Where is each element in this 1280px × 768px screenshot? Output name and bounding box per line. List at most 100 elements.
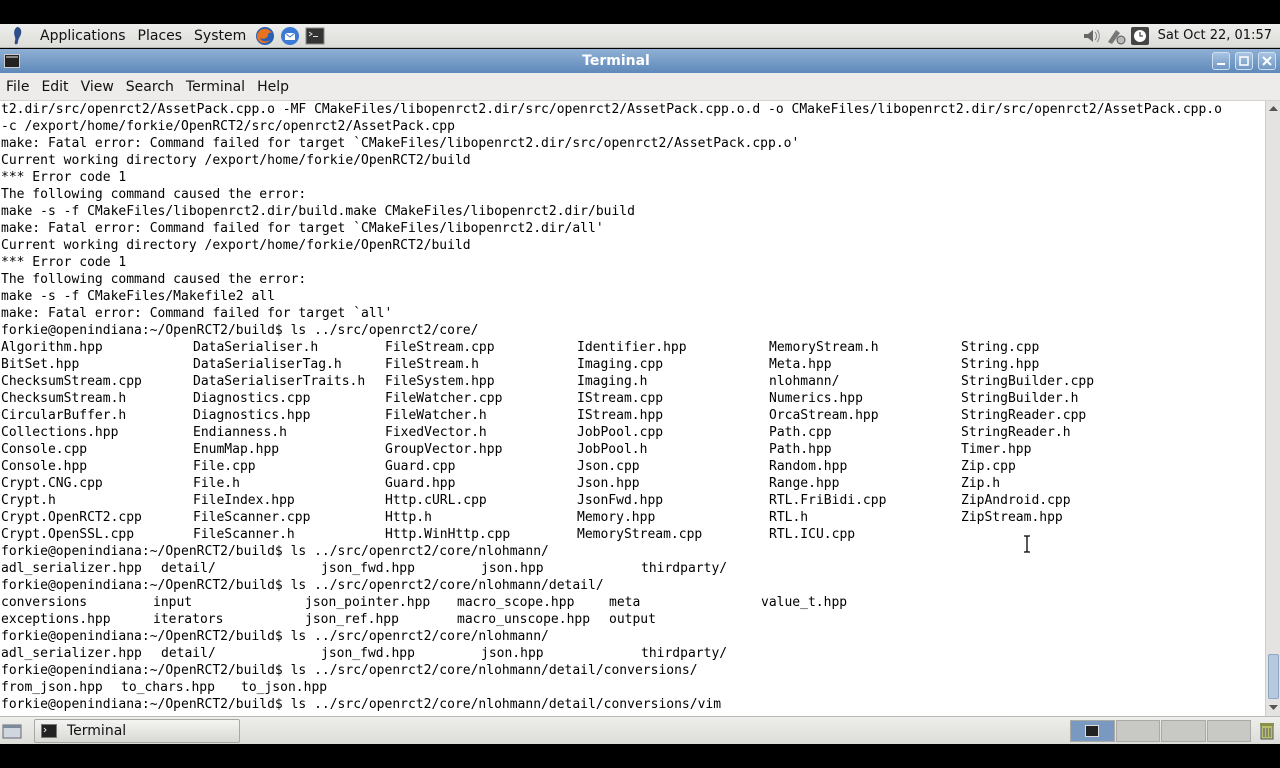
file-entry: Numerics.hpp — [769, 391, 863, 406]
conversions-listing-row: from_json.hpp to_chars.hpp to_json.hpp — [1, 679, 1222, 696]
file-entry: ZipAndroid.cpp — [961, 493, 1071, 508]
minimize-button[interactable] — [1212, 52, 1230, 70]
terminal-icon — [41, 724, 57, 738]
file-entry: StringBuilder.h — [961, 391, 1079, 406]
gnome-foot-icon[interactable] — [6, 25, 28, 47]
file-entry: adl_serializer.hpp — [1, 646, 142, 661]
core-listing-row: ChecksumStream.h Diagnostics.cpp FileWatch… — [1, 390, 1222, 407]
file-entry: Http.cURL.cpp — [385, 493, 487, 508]
applications-menu[interactable]: Applications — [34, 24, 132, 48]
terminal-launcher-icon[interactable] — [303, 25, 327, 47]
system-menu[interactable]: System — [188, 24, 252, 48]
workspace-2[interactable] — [1115, 720, 1160, 742]
menu-help[interactable]: Help — [251, 73, 295, 101]
terminal-line: *** Error code 1 — [1, 255, 127, 270]
terminal-scrollbar[interactable] — [1265, 101, 1280, 716]
core-listing-row: Console.cpp EnumMap.hpp GroupVector.hpp Job… — [1, 441, 1222, 458]
file-entry: MemoryStream.cpp — [577, 527, 703, 542]
workspace-3[interactable] — [1161, 720, 1206, 742]
file-entry: MemoryStream.h — [769, 340, 879, 355]
core-listing-row: BitSet.hpp DataSerialiserTag.h FileStream.… — [1, 356, 1222, 373]
scroll-up-arrow-icon[interactable] — [1268, 103, 1279, 113]
screen-top-border — [0, 0, 1280, 24]
terminal-current-command: forkie@openindiana:~/OpenRCT2/build$ ls … — [1, 697, 722, 712]
core-listing-row: Algorithm.hpp DataSerialiser.h FileStream.… — [1, 339, 1222, 356]
file-entry: meta — [609, 595, 641, 610]
file-entry: detail/ — [161, 646, 216, 661]
maximize-button[interactable] — [1235, 52, 1253, 70]
file-entry: JobPool.h — [577, 442, 648, 457]
file-entry: Memory.hpp — [577, 510, 656, 525]
file-entry: Timer.hpp — [961, 442, 1032, 457]
terminal-output[interactable]: t2.dir/src/openrct2/AssetPack.cpp.o -MF … — [0, 101, 1265, 716]
file-entry: ChecksumStream.cpp — [1, 374, 142, 389]
clock-text[interactable]: Sat Oct 22, 01:57 — [1152, 24, 1280, 48]
file-entry: Console.hpp — [1, 459, 88, 474]
file-entry: Random.hpp — [769, 459, 848, 474]
close-button[interactable] — [1258, 52, 1276, 70]
core-listing-row: Console.hpp File.cpp Guard.cpp Json.cpp Rand… — [1, 458, 1222, 475]
terminal-line: make -s -f CMakeFiles/Makefile2 all — [1, 289, 275, 304]
nlohmann-listing-row: adl_serializer.hpp detail/json_fwd.hpp jso… — [1, 560, 1222, 577]
file-entry: Range.hpp — [769, 476, 840, 491]
menu-view[interactable]: View — [75, 73, 120, 101]
file-entry: Http.WinHttp.cpp — [385, 527, 511, 542]
file-entry: detail/ — [161, 561, 216, 576]
clock-icon[interactable] — [1128, 25, 1152, 47]
file-entry: Json.hpp — [577, 476, 640, 491]
file-entry: Crypt.OpenSSL.cpp — [1, 527, 135, 542]
file-entry: to_chars.hpp — [121, 680, 215, 695]
workspace-switcher[interactable] — [1070, 720, 1252, 742]
places-menu[interactable]: Places — [132, 24, 189, 48]
file-entry: DataSerialiser.h — [193, 340, 319, 355]
menu-edit[interactable]: Edit — [35, 73, 74, 101]
terminal-line: make: Fatal error: Command failed for ta… — [1, 136, 800, 151]
file-entry: Meta.hpp — [769, 357, 832, 372]
menu-terminal[interactable]: Terminal — [180, 73, 251, 101]
file-entry: Zip.h — [961, 476, 1001, 491]
file-entry: thirdparty/ — [641, 646, 728, 661]
file-entry: json_ref.hpp — [305, 612, 399, 627]
top-panel: Applications Places System Sat Oct 22, 0… — [0, 24, 1280, 48]
detail-directory-listing: conversions input json_pointer.hpp macro_sc… — [1, 594, 1222, 628]
volume-icon[interactable] — [1080, 25, 1104, 47]
terminal-prompt-line: forkie@openindiana:~/OpenRCT2/build$ ls … — [1, 323, 479, 338]
file-entry: FileIndex.hpp — [193, 493, 295, 508]
scrollbar-thumb[interactable] — [1268, 654, 1279, 699]
menu-file[interactable]: File — [0, 73, 35, 101]
file-entry: FileWatcher.cpp — [385, 391, 503, 406]
file-entry: Imaging.h — [577, 374, 648, 389]
file-entry: FileStream.h — [385, 357, 479, 372]
workspace-1[interactable] — [1070, 720, 1115, 742]
file-entry: Crypt.OpenRCT2.cpp — [1, 510, 142, 525]
firefox-launcher-icon[interactable] — [253, 25, 277, 47]
scroll-down-arrow-icon[interactable] — [1268, 703, 1279, 713]
file-entry: IStream.hpp — [577, 408, 664, 423]
file-entry: exceptions.hpp — [1, 612, 111, 627]
file-entry: Identifier.hpp — [577, 340, 687, 355]
network-icon[interactable] — [1104, 25, 1128, 47]
terminal-line: make -s -f CMakeFiles/libopenrct2.dir/bu… — [1, 204, 635, 219]
window-titlebar[interactable]: Terminal — [0, 49, 1280, 73]
terminal-prompt-line: forkie@openindiana:~/OpenRCT2/build$ ls … — [1, 629, 549, 644]
file-entry: Crypt.h — [1, 493, 56, 508]
taskbar-terminal-button[interactable]: Terminal — [34, 719, 240, 743]
detail-listing-row: conversions input json_pointer.hpp macro_sc… — [1, 594, 1222, 611]
file-entry: GroupVector.hpp — [385, 442, 503, 457]
minimize-icon — [1217, 63, 1225, 65]
terminal-line: t2.dir/src/openrct2/AssetPack.cpp.o -MF … — [1, 102, 1222, 117]
show-desktop-icon[interactable] — [2, 722, 22, 740]
core-listing-row: Crypt.h FileIndex.hpp Http.cURL.cpp JsonFwd… — [1, 492, 1222, 509]
menu-search[interactable]: Search — [120, 73, 180, 101]
window-title: Terminal — [582, 53, 650, 69]
file-entry: RTL.ICU.cpp — [769, 527, 856, 542]
thunderbird-launcher-icon[interactable] — [278, 25, 302, 47]
file-entry: FixedVector.h — [385, 425, 487, 440]
file-entry: StringBuilder.cpp — [961, 374, 1095, 389]
nlohmann-listing-row: adl_serializer.hpp detail/json_fwd.hpp jso… — [1, 645, 1222, 662]
file-entry: json_pointer.hpp — [305, 595, 431, 610]
trash-icon[interactable] — [1257, 721, 1277, 741]
workspace-4[interactable] — [1206, 720, 1251, 742]
file-entry: FileStream.cpp — [385, 340, 495, 355]
file-entry: json_fwd.hpp — [321, 561, 415, 576]
